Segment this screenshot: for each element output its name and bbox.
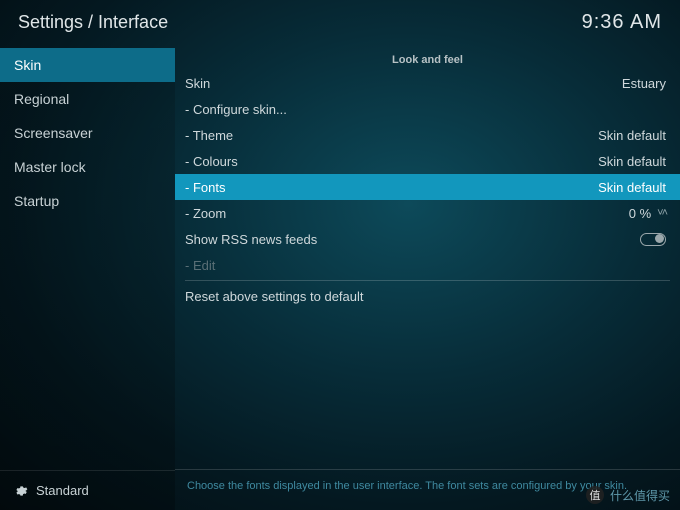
- setting-value: [640, 233, 666, 246]
- setting-zoom[interactable]: - Zoom 0 % ˅˄: [175, 200, 680, 226]
- setting-value: 0 % ˅˄: [629, 206, 666, 221]
- sidebar-item-masterlock[interactable]: Master lock: [0, 150, 175, 184]
- settings-level-label: Standard: [36, 483, 89, 498]
- settings-list: Skin Estuary - Configure skin... - Theme…: [175, 70, 680, 469]
- sidebar-item-label: Skin: [14, 57, 41, 73]
- sidebar-item-startup[interactable]: Startup: [0, 184, 175, 218]
- setting-rss[interactable]: Show RSS news feeds: [175, 226, 680, 252]
- setting-label: - Colours: [185, 154, 238, 169]
- watermark-badge: 值: [586, 486, 604, 504]
- setting-fonts[interactable]: - Fonts Skin default: [175, 174, 680, 200]
- setting-label: - Fonts: [185, 180, 225, 195]
- setting-colours[interactable]: - Colours Skin default: [175, 148, 680, 174]
- gear-icon: [14, 484, 28, 498]
- sidebar-item-screensaver[interactable]: Screensaver: [0, 116, 175, 150]
- section-title: Look and feel: [175, 48, 680, 70]
- spinner-icon[interactable]: ˅˄: [657, 207, 666, 219]
- sidebar-item-label: Regional: [14, 91, 69, 107]
- layout: Skin Regional Screensaver Master lock St…: [0, 48, 680, 510]
- setting-label: - Configure skin...: [185, 102, 287, 117]
- sidebar-item-label: Screensaver: [14, 125, 93, 141]
- setting-reset[interactable]: Reset above settings to default: [175, 283, 680, 309]
- sidebar-item-skin[interactable]: Skin: [0, 48, 175, 82]
- setting-label: Skin: [185, 76, 210, 91]
- header: Settings / Interface 9:36 AM: [0, 0, 680, 48]
- setting-edit: - Edit: [175, 252, 680, 278]
- sidebar-item-label: Startup: [14, 193, 59, 209]
- setting-label: Show RSS news feeds: [185, 232, 317, 247]
- setting-value: Skin default: [598, 128, 666, 143]
- sidebar: Skin Regional Screensaver Master lock St…: [0, 48, 175, 510]
- zoom-value: 0 %: [629, 206, 651, 221]
- setting-label: Reset above settings to default: [185, 289, 364, 304]
- sidebar-items: Skin Regional Screensaver Master lock St…: [0, 48, 175, 470]
- watermark: 值 什么值得买: [586, 486, 670, 504]
- setting-configure-skin[interactable]: - Configure skin...: [175, 96, 680, 122]
- setting-label: - Theme: [185, 128, 233, 143]
- setting-value: Skin default: [598, 180, 666, 195]
- watermark-text: 什么值得买: [610, 487, 670, 504]
- setting-label: - Zoom: [185, 206, 226, 221]
- toggle-icon[interactable]: [640, 233, 666, 246]
- divider: [185, 280, 670, 281]
- setting-label: - Edit: [185, 258, 215, 273]
- setting-skin[interactable]: Skin Estuary: [175, 70, 680, 96]
- setting-value: Skin default: [598, 154, 666, 169]
- sidebar-item-label: Master lock: [14, 159, 86, 175]
- settings-level-button[interactable]: Standard: [0, 470, 175, 510]
- breadcrumb: Settings / Interface: [18, 12, 168, 33]
- setting-theme[interactable]: - Theme Skin default: [175, 122, 680, 148]
- setting-value: Estuary: [622, 76, 666, 91]
- clock: 9:36 AM: [582, 11, 662, 34]
- main-panel: Look and feel Skin Estuary - Configure s…: [175, 48, 680, 510]
- sidebar-item-regional[interactable]: Regional: [0, 82, 175, 116]
